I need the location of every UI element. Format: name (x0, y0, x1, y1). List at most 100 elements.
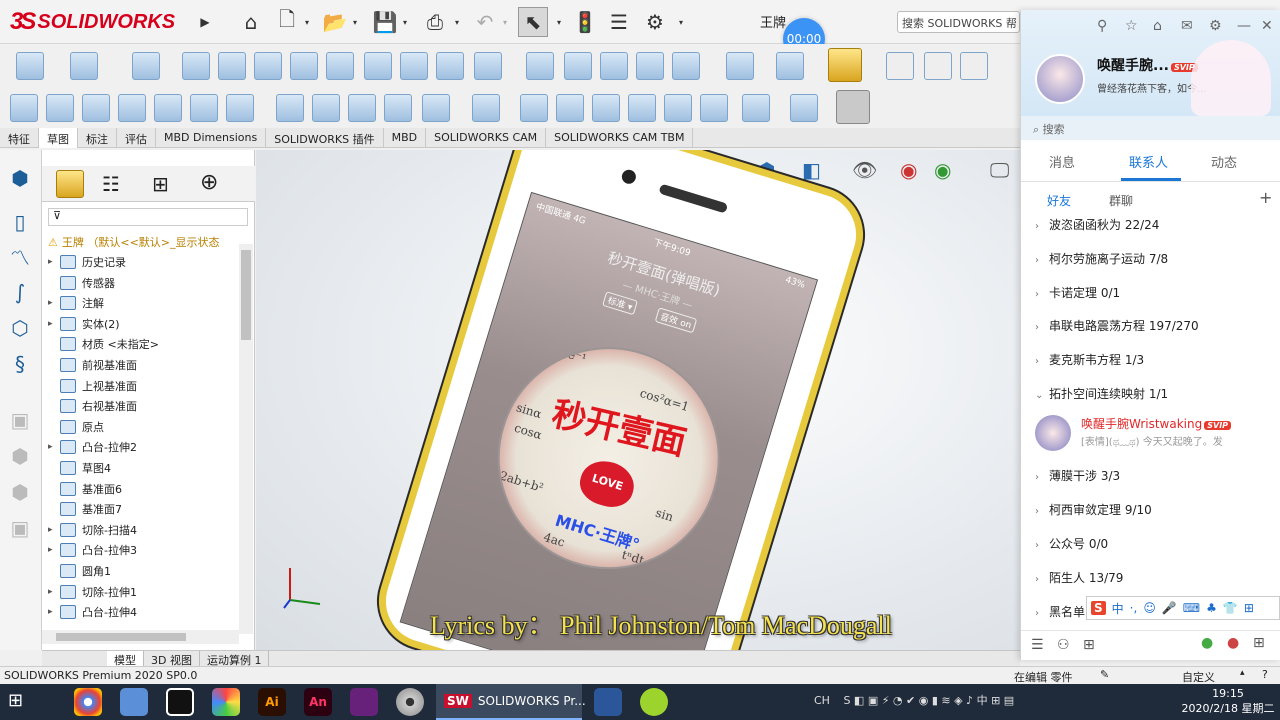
qq-avatar[interactable] (1035, 54, 1085, 104)
tree-root[interactable]: ⚠ 王牌 （默认<<默认>_显示状态 (48, 232, 220, 252)
contact-group[interactable]: › 公众号 0/0 (1035, 535, 1275, 555)
toolbar-icon[interactable] (290, 52, 318, 80)
tab-evaluate[interactable]: 评估 (117, 128, 156, 148)
toolbar-icon[interactable] (118, 94, 146, 122)
toolbar-icon[interactable] (672, 52, 700, 80)
toolbar-icon[interactable] (70, 52, 98, 80)
app-icon[interactable] (640, 688, 668, 716)
toolbar-icon[interactable] (664, 94, 692, 122)
toolbar-icon[interactable] (400, 52, 428, 80)
qq-minimize-icon[interactable]: — (1237, 18, 1251, 34)
toolbar-icon[interactable] (960, 52, 988, 80)
tab-3d-view[interactable]: 3D 视图 (144, 651, 200, 667)
toolbar-icon[interactable] (46, 94, 74, 122)
toolbar-icon[interactable] (700, 94, 728, 122)
expand-arrow-icon[interactable]: ▸ (48, 319, 60, 329)
open-icon[interactable]: 📂 (320, 7, 350, 37)
tray-icons[interactable]: S ◧ ▣ ⚡ ◔ ✔ ◉ ▮ ≋ ◈ ♪ 中 ⊞ ▤ (843, 694, 1014, 707)
toolbar-icon[interactable] (556, 94, 584, 122)
toolbar-icon[interactable] (886, 52, 914, 80)
taskbar-solidworks[interactable]: SW SOLIDWORKS Pr... (436, 684, 586, 720)
tree-item[interactable]: 基准面6 (48, 479, 122, 499)
cylinder-icon[interactable]: ▯ (6, 208, 34, 236)
ime-shirt-icon[interactable]: 👕 (1223, 601, 1238, 615)
animate-icon[interactable]: An (304, 688, 332, 716)
expand-arrow-icon[interactable]: ▸ (48, 545, 60, 555)
word-icon[interactable] (594, 688, 622, 716)
toolbar-icon[interactable] (742, 94, 770, 122)
toolbar-icon[interactable] (384, 94, 412, 122)
tree-filter-icon[interactable]: ⊽ (48, 208, 248, 226)
contact-group[interactable]: › 薄膜干涉 3/3 (1035, 467, 1275, 487)
tab-friends[interactable]: 好友 (1047, 192, 1071, 209)
expand-arrow-icon[interactable]: ▸ (48, 298, 60, 308)
dimxpert-icon[interactable]: ⊕ (200, 170, 218, 195)
qq-close-icon[interactable]: ✕ (1261, 18, 1273, 34)
expand-arrow-icon[interactable]: ▸ (48, 525, 60, 535)
toolbar-icon[interactable] (182, 52, 210, 80)
expand-arrow-icon[interactable]: ▸ (48, 607, 60, 617)
tab-solidworks-cam[interactable]: SOLIDWORKS CAM (426, 128, 547, 148)
toolbar-icon[interactable] (422, 94, 450, 122)
toolbar-icon[interactable] (226, 94, 254, 122)
tree-item[interactable]: ▸ 凸台-拉伸4 (48, 602, 137, 622)
tree-item[interactable]: ▸ 凸台-拉伸2 (48, 437, 137, 457)
instant3d-icon[interactable] (828, 48, 862, 82)
tab-sketch[interactable]: 草图 (39, 128, 78, 148)
display-style-icon[interactable]: ◧ (802, 158, 821, 182)
contact-group[interactable]: › 柯西审敛定理 9/10 (1035, 501, 1275, 521)
file-properties-icon[interactable]: ☰ (604, 7, 634, 37)
toolbar-icon[interactable] (636, 52, 664, 80)
contact-group[interactable]: › 波恣函函秋为 22/24 (1035, 216, 1275, 236)
toolbar-icon[interactable] (600, 52, 628, 80)
new-document-icon[interactable]: 🗋 (272, 7, 302, 37)
tab-groups[interactable]: 群聊 (1109, 192, 1133, 209)
options-gear-icon[interactable]: ⚙ (640, 7, 670, 37)
instant3d-icon[interactable] (836, 90, 870, 124)
expand-menu-icon[interactable]: ▶ (190, 7, 220, 37)
tab-messages[interactable]: 消息 (1049, 152, 1075, 171)
tree-item[interactable]: 草图4 (48, 458, 111, 478)
chrome-icon[interactable] (74, 688, 102, 716)
toolbar-icon[interactable] (82, 94, 110, 122)
options-dropdown-icon[interactable]: ▾ (676, 7, 686, 37)
tree-item[interactable]: 传感器 (48, 273, 115, 293)
tree-item[interactable]: ▸ 切除-扫描4 (48, 520, 137, 540)
qq-nickname[interactable]: 唤醒手腕... SVIP (1097, 55, 1198, 75)
tree-item[interactable]: ▸ 注解 (48, 293, 104, 313)
tab-motion-study[interactable]: 运动算例 1 (200, 651, 270, 667)
print-dropdown-icon[interactable]: ▾ (452, 7, 462, 37)
clock[interactable]: 19:15 2020/2/18 星期二 (1178, 686, 1278, 718)
toolbar-icon[interactable] (628, 94, 656, 122)
undo-icon[interactable]: ↶ (470, 7, 500, 37)
sogou-icon[interactable]: S (1091, 601, 1106, 615)
contact-group[interactable]: › 陌生人 13/79 (1035, 569, 1275, 589)
ime-punctuation-toggle[interactable]: ·, (1130, 601, 1138, 615)
tree-item[interactable]: 圆角1 (48, 561, 111, 581)
expand-arrow-icon[interactable]: ▸ (48, 587, 60, 597)
contact-group[interactable]: › 麦克斯韦方程 1/3 (1035, 351, 1275, 371)
contact-group[interactable]: › 串联电路震荡方程 197/270 (1035, 317, 1275, 337)
toolbar-icon[interactable] (276, 94, 304, 122)
tree-item[interactable]: 原点 (48, 417, 104, 437)
media-player-icon[interactable] (396, 688, 424, 716)
hide-show-eye-icon[interactable]: 👁 (852, 158, 877, 182)
search-input[interactable]: 搜索 SOLIDWORKS 帮 (897, 11, 1020, 33)
expand-arrow-icon[interactable]: ▸ (48, 257, 60, 267)
tab-contacts[interactable]: 联系人 (1129, 152, 1168, 171)
toolbar-icon[interactable] (472, 94, 500, 122)
tree-item[interactable]: 右视基准面 (48, 396, 137, 416)
visual-studio-icon[interactable] (350, 688, 378, 716)
toolbar-icon[interactable] (326, 52, 354, 80)
toolbar-icon[interactable] (154, 94, 182, 122)
tab-mbd-dimensions[interactable]: MBD Dimensions (156, 128, 267, 148)
units-dropdown-icon[interactable]: ▴ (1240, 668, 1245, 678)
new-dropdown-icon[interactable]: ▾ (302, 7, 312, 37)
toolbar-icon[interactable] (312, 94, 340, 122)
helix-icon[interactable]: § (6, 350, 34, 378)
qq-star-icon[interactable]: ☆ (1125, 18, 1138, 34)
tree-item[interactable]: 上视基准面 (48, 376, 137, 396)
feature-manager-tab-icon[interactable] (56, 170, 84, 198)
toolbar-icon[interactable] (132, 52, 160, 80)
illustrator-icon[interactable]: Ai (258, 688, 286, 716)
